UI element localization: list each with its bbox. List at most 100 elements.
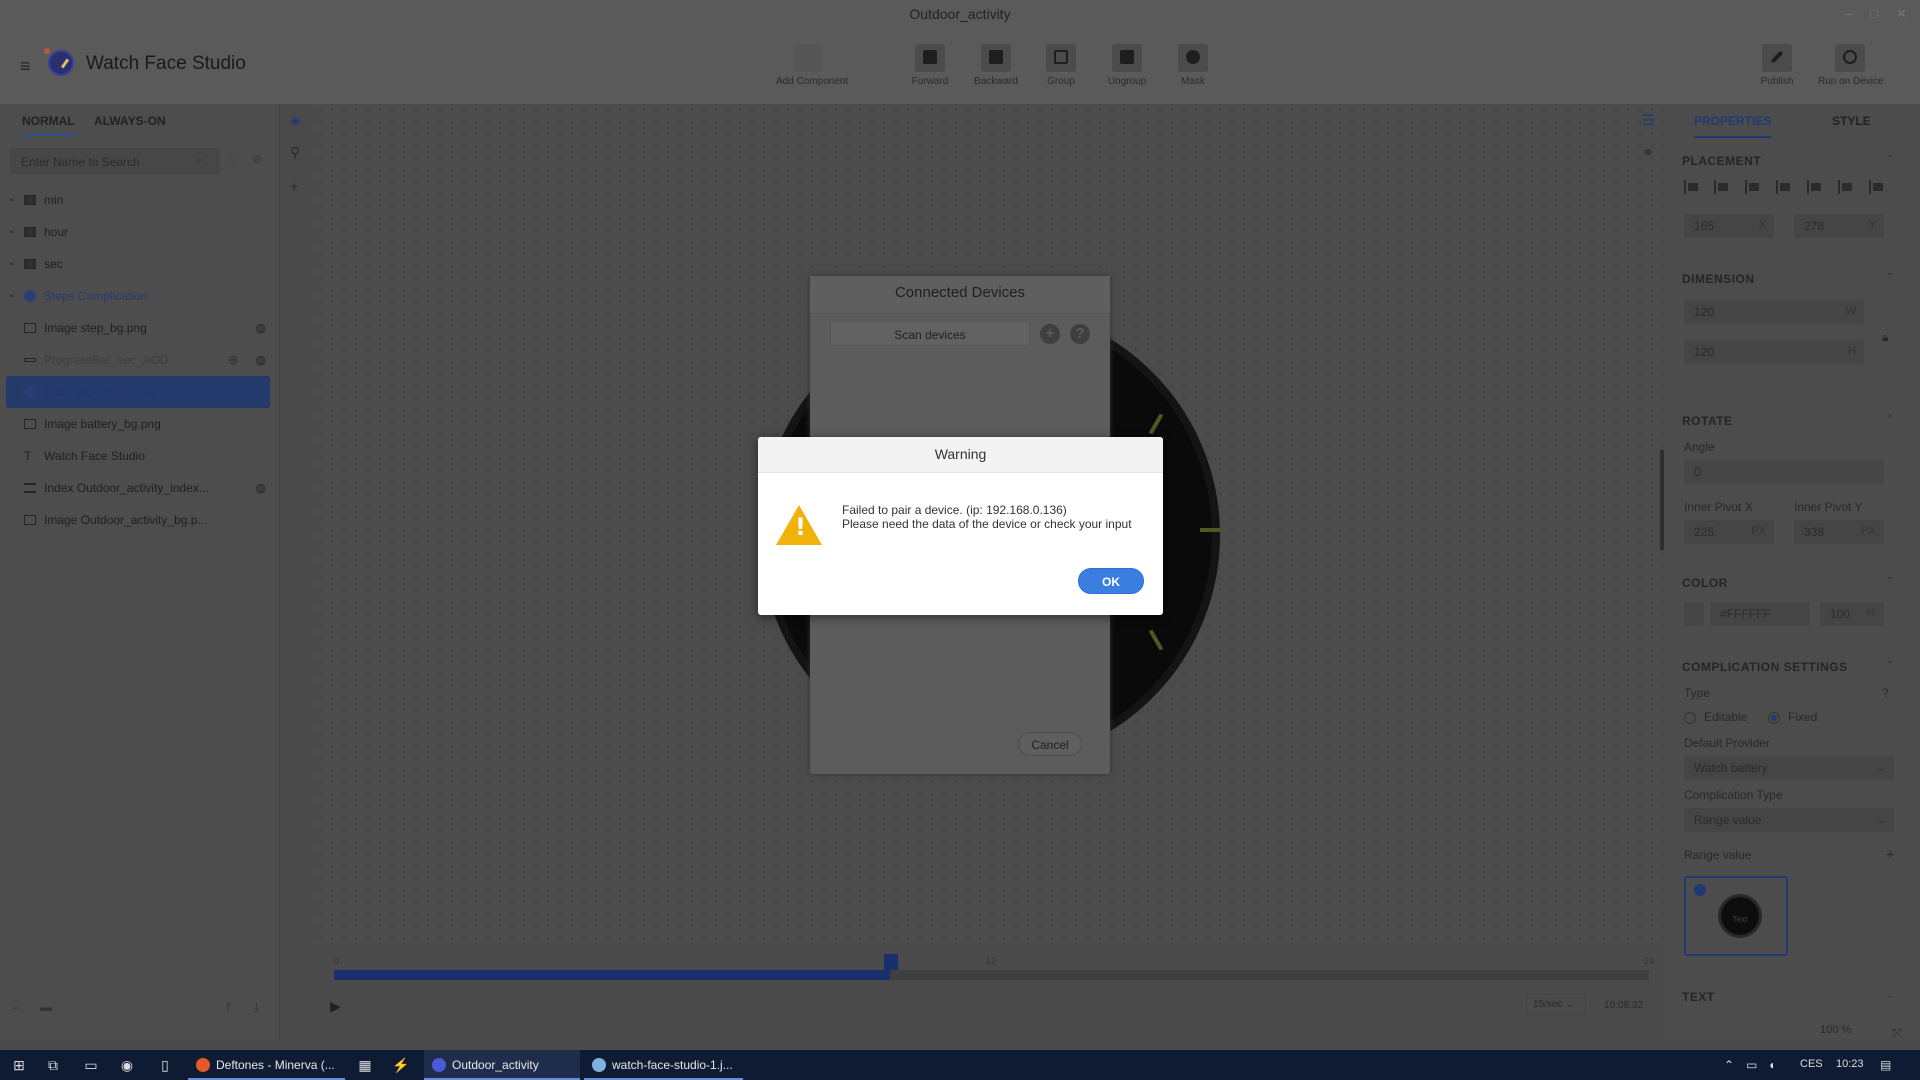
chevron-up-icon[interactable]: ⌃ (1886, 576, 1894, 587)
file-explorer-icon[interactable]: ▭ (82, 1056, 100, 1074)
help-icon[interactable]: ? (1070, 324, 1090, 344)
play-icon[interactable]: ▶ (330, 998, 341, 1015)
color-hex-field[interactable]: #FFFFFF (1710, 602, 1810, 626)
frame-rate-select[interactable]: 15/sec ⌄ (1526, 994, 1586, 1016)
layer-item[interactable]: ▸ min (0, 184, 280, 216)
tab-properties[interactable]: PROPERTIES (1694, 114, 1772, 138)
minimize-icon[interactable]: – (1846, 6, 1853, 21)
help-icon[interactable]: ? (1882, 686, 1889, 700)
pivot-y-field[interactable]: 338 PX (1794, 520, 1884, 544)
plus-icon[interactable]: + (1886, 846, 1894, 862)
scan-devices-button[interactable]: Scan devices (830, 322, 1030, 346)
maximize-icon[interactable]: □ (1870, 6, 1878, 21)
hidden-in-aod-icon[interactable]: ◍ (256, 344, 266, 376)
x-field[interactable]: 165 X (1684, 214, 1774, 238)
volume-icon[interactable]: ◖ (1768, 1058, 1775, 1072)
layer-item[interactable]: Image Outdoor_activity_bg.p... (0, 504, 280, 536)
expand-icon[interactable]: ▸ (16, 376, 20, 408)
height-field[interactable]: 120 H (1684, 340, 1864, 364)
fixed-radio[interactable] (1768, 712, 1780, 724)
network-icon[interactable]: ▭ (1746, 1058, 1757, 1072)
lock-ratio-icon[interactable]: 🔒︎ (1882, 330, 1888, 345)
tab-always-on[interactable]: ALWAYS-ON (94, 114, 166, 128)
expand-icon[interactable]: ▸ (10, 216, 14, 248)
ok-button[interactable]: OK (1078, 568, 1144, 594)
add-device-icon[interactable]: + (1040, 324, 1060, 344)
link-icon[interactable]: ⚭ (1642, 144, 1654, 161)
publish-button[interactable]: Publish (1745, 44, 1809, 87)
chevron-down-icon[interactable]: ⌄ (1886, 990, 1894, 1001)
eye-slash-icon[interactable]: ◎ (228, 344, 238, 376)
provider-select[interactable]: Watch battery ⌄ (1684, 756, 1894, 780)
search-icon[interactable]: ⌕ (196, 152, 203, 168)
chevron-up-icon[interactable]: ⌃ (1886, 660, 1894, 671)
chevron-up-icon[interactable]: ⌃ (1724, 1058, 1734, 1072)
layer-item[interactable]: Image battery_bg.png (0, 408, 280, 440)
taskbar-app-watch-face-studio[interactable]: Outdoor_activity (424, 1050, 580, 1080)
editable-radio[interactable] (1684, 712, 1696, 724)
align-left-icon[interactable] (1714, 180, 1730, 194)
pin-icon[interactable]: ⚲ (290, 144, 300, 161)
visibility-icon[interactable]: ◌ (228, 152, 235, 166)
layer-item[interactable]: ▸ sec (0, 248, 280, 280)
notepad-icon[interactable]: ▯ (156, 1056, 174, 1074)
range-value-thumbnail[interactable]: Text (1684, 876, 1788, 956)
taskbar-app-firefox[interactable]: Deftones - Minerva (... (188, 1050, 345, 1080)
calculator-icon[interactable]: ▦ (356, 1056, 374, 1074)
layer-item[interactable]: Index Outdoor_activity_index... ◍ (0, 472, 280, 504)
clock[interactable]: 10:23 (1836, 1058, 1864, 1070)
chevron-up-icon[interactable]: ⌃ (1886, 272, 1894, 283)
expand-icon[interactable]: ▸ (10, 184, 14, 216)
align-hcenter-icon[interactable] (1745, 180, 1761, 194)
cancel-button[interactable]: Cancel (1018, 732, 1082, 756)
layer-search-input[interactable]: Enter Name to Search (10, 148, 220, 174)
run-on-device-button[interactable]: Run on Device (1818, 44, 1884, 87)
align-center-icon[interactable] (1684, 180, 1700, 194)
tab-normal[interactable]: NORMAL (22, 114, 75, 136)
complication-type-select[interactable]: Range value ⌄ (1684, 808, 1894, 832)
task-view-icon[interactable]: ⧉ (44, 1056, 62, 1074)
layer-item[interactable]: Image step_bg.png ◍ (0, 312, 280, 344)
pivot-x-field[interactable]: 225 PX (1684, 520, 1774, 544)
align-top-icon[interactable] (1807, 180, 1823, 194)
angle-field[interactable]: 0 (1684, 460, 1884, 484)
layers-icon[interactable]: ◈ (290, 112, 301, 129)
expand-icon[interactable]: ▸ (10, 280, 14, 312)
add-icon[interactable]: + (290, 178, 298, 194)
timeline-handle[interactable] (884, 954, 898, 970)
y-field[interactable]: 278 Y (1794, 214, 1884, 238)
new-folder-icon[interactable]: ▬ (40, 1000, 52, 1014)
hidden-in-aod-icon[interactable]: ◍ (256, 312, 266, 344)
move-up-icon[interactable]: ⤒ (226, 1000, 231, 1015)
move-down-icon[interactable]: ⤓ (254, 1000, 259, 1015)
notifications-icon[interactable]: ▤ (1880, 1058, 1891, 1072)
zoom-field[interactable]: 100 % (1820, 1024, 1851, 1036)
tab-style[interactable]: STYLE (1832, 114, 1871, 128)
forward-button[interactable]: Forward (898, 44, 962, 87)
layer-item[interactable]: T Watch Face Studio (0, 440, 280, 472)
ungroup-button[interactable]: Ungroup (1095, 44, 1159, 87)
layer-item-selected[interactable]: ▸ Battery Complication (6, 376, 270, 408)
align-bottom-icon[interactable] (1869, 180, 1885, 194)
fit-screen-icon[interactable]: ⤧ (1892, 1026, 1902, 1041)
chevron-up-icon[interactable]: ⌃ (1886, 414, 1894, 425)
close-icon[interactable]: ✕ (1896, 6, 1907, 22)
color-swatch[interactable] (1684, 602, 1704, 626)
chevron-up-icon[interactable]: ⌃ (1886, 154, 1894, 165)
taskbar-app-image-viewer[interactable]: watch-face-studio-1.j... (584, 1050, 743, 1080)
add-component-button[interactable]: Add Component (776, 44, 848, 87)
windows-start-icon[interactable]: ⊞ (10, 1056, 28, 1074)
sliders-icon[interactable]: ☰ (1642, 112, 1655, 129)
lock-icon[interactable]: ⊘ (252, 152, 262, 166)
input-language[interactable]: CES (1800, 1058, 1823, 1070)
align-vcenter-icon[interactable] (1838, 180, 1854, 194)
width-field[interactable]: 120 W (1684, 300, 1864, 324)
expand-icon[interactable]: ▸ (10, 248, 14, 280)
power-automate-icon[interactable]: ⚡ (392, 1056, 410, 1074)
group-button[interactable]: Group (1029, 44, 1093, 87)
minus-icon[interactable]: – (12, 1000, 19, 1014)
layer-item[interactable]: ProgressBar_sec_AOD ◎ ◍ (0, 344, 280, 376)
opacity-field[interactable]: 100% (1820, 602, 1884, 626)
menu-icon[interactable]: ≡ (20, 56, 31, 77)
align-right-icon[interactable] (1776, 180, 1792, 194)
